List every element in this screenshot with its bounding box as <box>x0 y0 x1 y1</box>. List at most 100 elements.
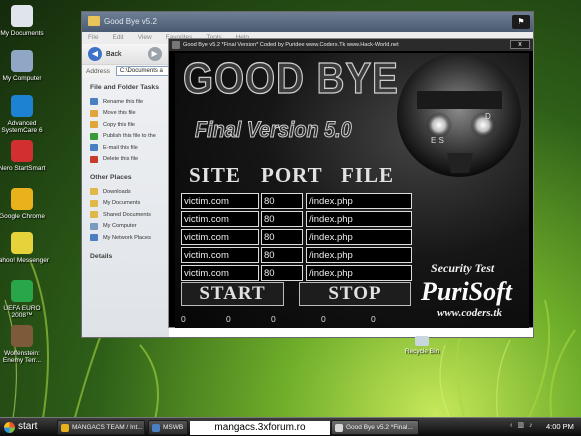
taskbar-button[interactable]: Good Bye v5.2 *Final... <box>331 420 419 435</box>
file-input[interactable]: /index.php <box>306 247 412 263</box>
start-button-taskbar[interactable]: start <box>0 419 52 436</box>
other-places-heading[interactable]: Other Places <box>90 174 169 181</box>
other-place[interactable]: Shared Documents <box>90 209 169 221</box>
app-body: E S D GOOD BYE Final Version 5.0 SITE PO… <box>175 53 529 328</box>
stop-button[interactable]: STOP <box>299 282 411 306</box>
site-header: SITE <box>189 163 241 187</box>
logo-subtitle: Final Version 5.0 <box>195 117 353 143</box>
address-label: Address <box>86 67 110 75</box>
tray-expand-icon[interactable]: ‹ <box>510 422 512 429</box>
desktop-icon[interactable]: Yahoo! Messenger <box>0 232 50 264</box>
port-input[interactable]: 80 <box>261 265 303 281</box>
file-task-label: Copy this file <box>103 121 136 128</box>
counter-1: 0 <box>181 314 186 324</box>
file-task[interactable]: Publish this file to the <box>90 131 169 143</box>
other-place[interactable]: My Network Places <box>90 232 169 244</box>
file-task[interactable]: Rename this file <box>90 96 169 108</box>
start-button[interactable]: START <box>181 282 284 306</box>
desktop-icon[interactable]: Nero StartSmart <box>0 140 50 172</box>
volume-icon[interactable]: ♪ <box>529 422 533 429</box>
menu-view[interactable]: View <box>138 34 152 44</box>
back-arrow-icon[interactable]: ◀ <box>88 47 102 61</box>
close-button[interactable]: x <box>510 40 530 49</box>
port-input[interactable]: 80 <box>261 193 303 209</box>
desktop-icon[interactable]: Google Chrome <box>0 188 50 220</box>
menu-file[interactable]: File <box>88 34 98 44</box>
clock[interactable]: 4:00 PM <box>546 422 574 431</box>
desktop-icon[interactable]: My Computer <box>0 50 50 82</box>
desktop-icon[interactable]: UEFA EURO 2008™ <box>0 280 50 320</box>
file-task-label: Move this file <box>103 110 136 117</box>
file-task[interactable]: Delete this file <box>90 154 169 166</box>
counter-2: 0 <box>226 314 231 324</box>
file-task[interactable]: Copy this file <box>90 119 169 131</box>
app-titlebar[interactable]: Good Bye v5.2 *Final Version* Coded by P… <box>169 39 533 51</box>
recycle-bin-icon <box>415 336 429 346</box>
file-task[interactable]: Move this file <box>90 108 169 120</box>
file-task-label: Delete this file <box>103 156 139 163</box>
site-input[interactable]: victim.com <box>181 193 259 209</box>
explorer-titlebar[interactable]: Good Bye v5.2 ⚑ <box>82 12 533 32</box>
desktop-icon-label: Wolfenstein: Enemy Terr... <box>2 350 42 365</box>
explorer-title: Good Bye v5.2 <box>104 17 157 26</box>
desktop-icon-label: My Documents <box>0 30 44 37</box>
back-button-label[interactable]: Back <box>106 51 122 58</box>
site-input[interactable]: victim.com <box>181 229 259 245</box>
file-input[interactable]: /index.php <box>306 211 412 227</box>
explorer-task-pane: File and Folder Tasks Rename this file Mo… <box>82 78 169 337</box>
file-tasks-heading[interactable]: File and Folder Tasks <box>90 84 169 91</box>
desktop-icon-label: Google Chrome <box>0 213 45 220</box>
port-input[interactable]: 80 <box>261 229 303 245</box>
port-input[interactable]: 80 <box>261 211 303 227</box>
site-input[interactable]: victim.com <box>181 247 259 263</box>
svg-text:E S: E S <box>431 136 444 145</box>
menu-edit[interactable]: Edit <box>112 34 123 44</box>
app-title: Good Bye v5.2 *Final Version* Coded by P… <box>183 42 399 48</box>
forward-arrow-icon[interactable]: ▶ <box>147 47 162 61</box>
brand-name: PuriSoft <box>421 277 513 306</box>
port-input[interactable]: 80 <box>261 247 303 263</box>
taskbar-app-icon <box>335 424 343 432</box>
desktop-icon-label: UEFA EURO 2008™ <box>3 305 41 320</box>
counter-3: 0 <box>271 314 276 324</box>
other-place[interactable]: My Documents <box>90 198 169 210</box>
file-task-icon <box>90 144 98 152</box>
file-task[interactable]: E-mail this file <box>90 142 169 154</box>
recycle-bin[interactable]: Recycle Bin <box>400 336 444 355</box>
file-input[interactable]: /index.php <box>306 265 412 281</box>
network-icon[interactable]: ▥ <box>517 421 524 429</box>
svg-text:D: D <box>485 112 491 121</box>
desktop-icon[interactable]: Advanced SystemCare 6 <box>0 95 50 135</box>
uefa-euro-icon <box>11 280 33 302</box>
folder-icon <box>88 16 100 26</box>
file-task-icon <box>90 155 98 163</box>
other-place[interactable]: My Computer <box>90 221 169 233</box>
taskbar-button[interactable]: MANGACS TEAM / Int... <box>57 420 145 435</box>
desktop-icon-label: Nero StartSmart <box>0 165 46 172</box>
taskbar-button[interactable]: MSWB <box>148 420 188 435</box>
goodbye-app-window: Good Bye v5.2 *Final Version* Coded by P… <box>168 38 534 328</box>
other-place-label: My Documents <box>103 200 141 207</box>
file-input[interactable]: /index.php <box>306 193 412 209</box>
desktop-icon[interactable]: My Documents <box>0 5 50 37</box>
file-task-label: Rename this file <box>103 98 144 105</box>
other-place[interactable]: Downloads <box>90 186 169 198</box>
other-place-icon <box>90 222 98 230</box>
file-task-icon <box>90 109 98 117</box>
desktop-icon[interactable]: Wolfenstein: Enemy Terr... <box>0 325 50 365</box>
details-heading[interactable]: Details <box>90 253 169 260</box>
other-place-label: Downloads <box>103 188 131 195</box>
other-place-icon <box>90 211 98 219</box>
site-input[interactable]: victim.com <box>181 211 259 227</box>
site-input[interactable]: victim.com <box>181 265 259 281</box>
skull-image: E S D <box>397 53 521 177</box>
brand-tagline: Security Test <box>431 261 495 275</box>
file-input[interactable]: /index.php <box>306 229 412 245</box>
app-icon <box>172 41 180 49</box>
taskbar-app-icon <box>152 424 160 432</box>
nero-icon <box>11 140 33 162</box>
other-place-icon <box>90 188 98 196</box>
taskbar-button-label: MANGACS TEAM / Int... <box>72 424 143 431</box>
taskbar-button-label: Good Bye v5.2 *Final... <box>346 424 413 431</box>
wolfenstein-icon <box>11 325 33 347</box>
